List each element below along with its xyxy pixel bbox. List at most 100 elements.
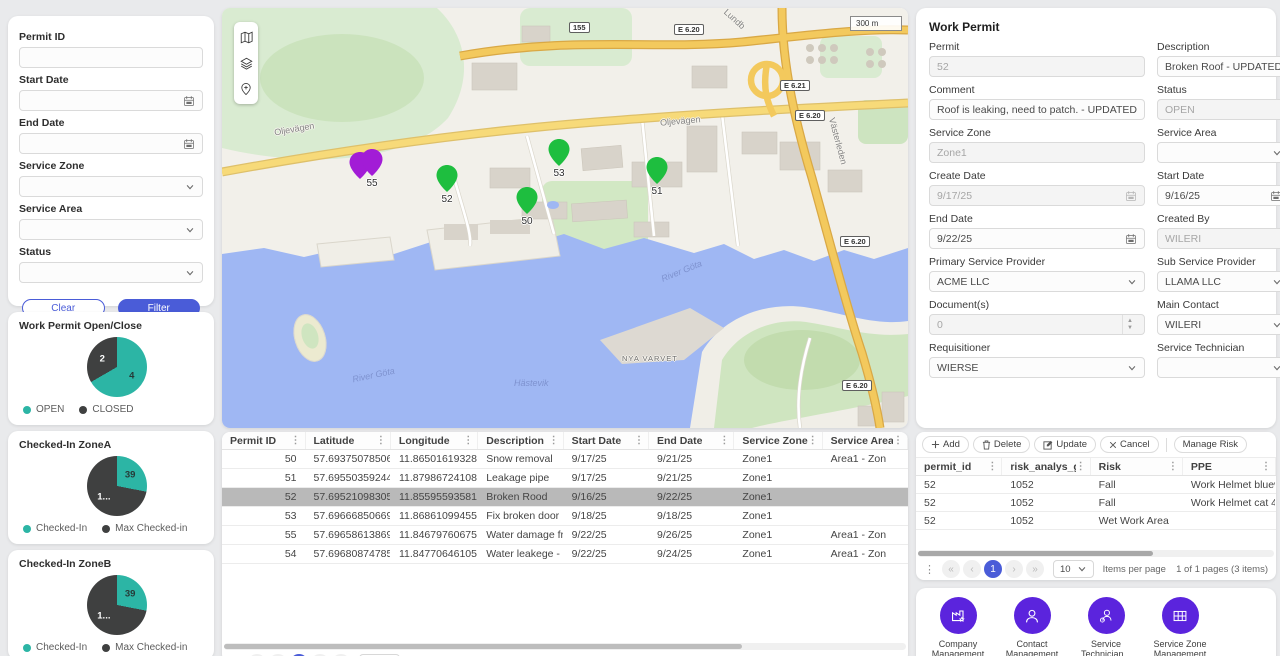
column-menu-icon[interactable]: ⋮ bbox=[1076, 461, 1086, 472]
table-cell[interactable]: 11.8686109945548 bbox=[391, 507, 478, 525]
column-header[interactable]: Service Area⋮ bbox=[823, 432, 908, 449]
table-cell[interactable]: 11.8798672410882 bbox=[391, 469, 478, 487]
table-cell[interactable]: 52 bbox=[916, 494, 1002, 511]
table-cell[interactable]: 50 bbox=[222, 450, 306, 468]
next-page-button[interactable]: › bbox=[1005, 560, 1023, 578]
table-cell[interactable]: Water leakege - pipe bbox=[478, 545, 563, 563]
column-menu-icon[interactable]: ⋮ bbox=[463, 435, 473, 446]
table-cell[interactable] bbox=[823, 507, 908, 525]
table-cell[interactable]: Area1 - Zon bbox=[823, 526, 908, 544]
layers-button[interactable] bbox=[235, 52, 257, 74]
column-menu-icon[interactable]: ⋮ bbox=[987, 461, 997, 472]
table-cell[interactable]: 57.6965861386918 bbox=[306, 526, 391, 544]
legend-item[interactable]: Checked-In bbox=[23, 642, 87, 653]
field-input[interactable]: Roof is leaking, need to patch. - UPDATE… bbox=[929, 99, 1145, 120]
table-cell[interactable]: 51 bbox=[222, 469, 306, 487]
column-menu-icon[interactable]: ⋮ bbox=[376, 435, 386, 446]
column-header[interactable]: Permit ID⋮ bbox=[222, 432, 306, 449]
table-cell[interactable]: 9/18/25 bbox=[564, 507, 649, 525]
legend-item[interactable]: CLOSED bbox=[79, 404, 133, 415]
locate-button[interactable] bbox=[235, 78, 257, 100]
table-cell[interactable]: Fall bbox=[1091, 494, 1183, 511]
table-cell[interactable]: Leakage pipe bbox=[478, 469, 563, 487]
last-page-button[interactable]: » bbox=[1026, 560, 1044, 578]
table-cell[interactable]: Fall bbox=[1091, 476, 1183, 493]
table-cell[interactable]: Wet Work Area bbox=[1091, 512, 1183, 529]
end-date-input[interactable] bbox=[19, 133, 203, 154]
table-cell[interactable]: 9/22/25 bbox=[649, 488, 734, 506]
column-header[interactable]: Start Date⋮ bbox=[564, 432, 649, 449]
table-cell[interactable] bbox=[823, 488, 908, 506]
table-row[interactable]: 5157.695503592444111.8798672410882Leakag… bbox=[222, 469, 908, 488]
field-input[interactable]: LLAMA LLC bbox=[1157, 271, 1280, 292]
column-header[interactable]: risk_analys_group_id⋮ bbox=[1002, 458, 1090, 475]
table-row[interactable]: 5457.696808747851211.8477064610561Water … bbox=[222, 545, 908, 564]
calendar-icon[interactable] bbox=[1270, 190, 1280, 202]
map[interactable]: 300 m 155E 6.20E 6.21E 6.20E 6.20E 6.20O… bbox=[222, 8, 908, 428]
start-date-input[interactable] bbox=[19, 90, 203, 111]
table-cell[interactable]: Snow removal bbox=[478, 450, 563, 468]
table-cell[interactable]: Zone1 bbox=[734, 545, 822, 563]
chevron-down-icon[interactable] bbox=[1272, 320, 1280, 330]
table-cell[interactable] bbox=[823, 469, 908, 487]
field-input[interactable]: Broken Roof - UPDATED bbox=[1157, 56, 1280, 77]
table-cell[interactable]: Zone1 bbox=[734, 450, 822, 468]
table-cell[interactable]: 9/22/25 bbox=[564, 526, 649, 544]
company-management-button[interactable]: Company Management bbox=[930, 597, 986, 656]
table-cell[interactable]: Fix broken door bbox=[478, 507, 563, 525]
page-size-select[interactable]: 10 bbox=[1053, 560, 1094, 578]
first-page-button[interactable]: « bbox=[942, 560, 960, 578]
column-header[interactable]: End Date⋮ bbox=[649, 432, 734, 449]
field-input[interactable]: WILERI bbox=[1157, 314, 1280, 335]
table-cell[interactable]: 55 bbox=[222, 526, 306, 544]
table-cell[interactable]: 1052 bbox=[1002, 494, 1090, 511]
table-cell[interactable]: Zone1 bbox=[734, 507, 822, 525]
table-cell[interactable]: 1052 bbox=[1002, 512, 1090, 529]
column-menu-icon[interactable]: ⋮ bbox=[719, 435, 729, 446]
field-input[interactable]: WIERSE bbox=[929, 357, 1145, 378]
table-cell[interactable]: 9/21/25 bbox=[649, 469, 734, 487]
update-button[interactable]: Update bbox=[1034, 436, 1096, 453]
table-cell[interactable]: 9/18/25 bbox=[649, 507, 734, 525]
table-cell[interactable]: 57.6937507850612 bbox=[306, 450, 391, 468]
column-header[interactable]: Latitude⋮ bbox=[306, 432, 391, 449]
calendar-icon[interactable] bbox=[1125, 233, 1137, 245]
contact-management-button[interactable]: Contact Management bbox=[1004, 597, 1060, 656]
column-menu-icon[interactable]: ⋮ bbox=[549, 435, 559, 446]
table-cell[interactable]: 57.6952109830541 bbox=[306, 488, 391, 506]
manage-risk-button[interactable]: Manage Risk bbox=[1174, 436, 1247, 453]
calendar-icon[interactable] bbox=[183, 138, 195, 150]
table-row[interactable]: 5357.696668506695211.8686109945548Fix br… bbox=[222, 507, 908, 526]
table-cell[interactable]: Zone1 bbox=[734, 488, 822, 506]
service-technician-management-button[interactable]: Service Technician... bbox=[1078, 597, 1134, 656]
table-cell[interactable]: 9/22/25 bbox=[564, 545, 649, 563]
table-cell[interactable]: 9/26/25 bbox=[649, 526, 734, 544]
column-header[interactable]: Risk⋮ bbox=[1091, 458, 1183, 475]
table-cell[interactable]: Zone1 bbox=[734, 469, 822, 487]
horizontal-scrollbar[interactable] bbox=[224, 643, 906, 650]
table-cell[interactable]: 9/21/25 bbox=[649, 450, 734, 468]
legend-item[interactable]: Max Checked-in bbox=[102, 642, 187, 653]
legend-item[interactable]: Checked-In bbox=[23, 523, 87, 534]
service-zone-select[interactable] bbox=[19, 176, 203, 197]
table-cell[interactable]: 1052 bbox=[1002, 476, 1090, 493]
chevron-down-icon[interactable] bbox=[1127, 277, 1137, 287]
table-cell[interactable] bbox=[1183, 512, 1276, 529]
page-1-button[interactable]: 1 bbox=[984, 560, 1002, 578]
legend-item[interactable]: Max Checked-in bbox=[102, 523, 187, 534]
field-input[interactable]: ACME LLC bbox=[929, 271, 1145, 292]
prev-page-button[interactable]: ‹ bbox=[963, 560, 981, 578]
table-cell[interactable]: 52 bbox=[222, 488, 306, 506]
column-menu-icon[interactable]: ⋮ bbox=[634, 435, 644, 446]
column-header[interactable]: PPE⋮ bbox=[1183, 458, 1276, 475]
table-cell[interactable]: 57.6966685066952 bbox=[306, 507, 391, 525]
table-cell[interactable]: 57.6968087478512 bbox=[306, 545, 391, 563]
service-zone-management-button[interactable]: Service Zone Management bbox=[1152, 597, 1208, 656]
column-menu-icon[interactable]: ⋮ bbox=[1261, 461, 1271, 472]
table-row[interactable]: 5257.695210983054111.8559559358148Broken… bbox=[222, 488, 908, 507]
permit-id-input[interactable] bbox=[19, 47, 203, 68]
table-cell[interactable]: 11.8559559358148 bbox=[391, 488, 478, 506]
service-area-select[interactable] bbox=[19, 219, 203, 240]
table-cell[interactable]: 52 bbox=[916, 512, 1002, 529]
column-menu-icon[interactable]: ⋮ bbox=[808, 435, 818, 446]
